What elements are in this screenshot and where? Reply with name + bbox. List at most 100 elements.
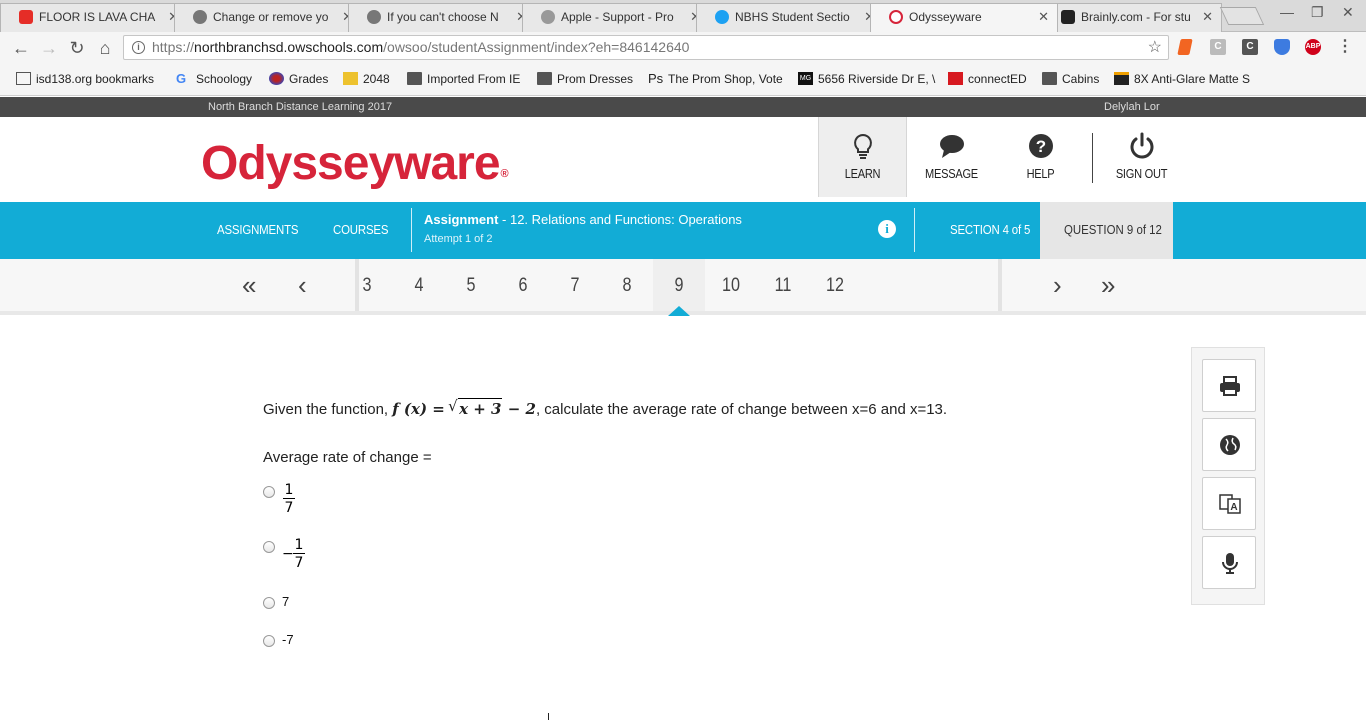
message-button[interactable]: MESSAGE (907, 117, 996, 197)
youtube-icon (19, 10, 33, 24)
globe-icon (1220, 435, 1240, 455)
shop-icon (1114, 72, 1129, 85)
page-number[interactable]: 11 (770, 275, 796, 297)
browser-tab[interactable]: Change or remove yo ✕ (174, 3, 362, 32)
browser-tab[interactable]: Apple - Support - Pro ✕ (522, 3, 710, 32)
page-number[interactable]: 12 (822, 275, 848, 297)
bookmark-label: Grades (289, 72, 329, 86)
sign-out-button[interactable]: SIGN OUT (1097, 117, 1186, 197)
page-number[interactable]: 7 (562, 275, 588, 297)
tab-title: Apple - Support - Pro (561, 10, 674, 24)
tab-title: If you can't choose N (387, 10, 499, 24)
question-suffix: , calculate the average rate of change b… (535, 401, 948, 418)
next-page-icon[interactable]: › (1053, 271, 1062, 299)
pager-divider (998, 259, 1002, 311)
nav-divider (914, 208, 915, 252)
page-number[interactable]: 4 (406, 275, 432, 297)
connected-icon (948, 72, 963, 85)
browser-tab[interactable]: FLOOR IS LAVA CHA ✕ (0, 3, 188, 32)
user-name: Delylah Lor (1104, 101, 1160, 113)
last-page-icon[interactable]: » (1101, 271, 1115, 299)
page-number[interactable]: 5 (458, 275, 484, 297)
address-bar[interactable]: i https://northbranchsd.owschools.com/ow… (123, 35, 1169, 60)
apple-icon (367, 10, 381, 24)
bookmark-item[interactable]: G Schoology (176, 72, 252, 87)
mg-icon: MG (798, 72, 813, 85)
bookmark-item[interactable]: Cabins (1042, 72, 1099, 86)
translate-icon: A (1219, 494, 1241, 514)
forward-arrow-icon[interactable]: → (37, 36, 61, 60)
bookmark-item[interactable]: 2048 (343, 72, 390, 86)
bookmark-item[interactable]: Prom Dresses (537, 72, 633, 86)
answer-radio[interactable] (263, 541, 275, 553)
assignment-name: - 12. Relations and Functions: Operation… (498, 212, 742, 227)
nav-divider (411, 208, 412, 252)
browser-tab[interactable]: Brainly.com - For stu ✕ (1042, 3, 1222, 32)
new-tab-button[interactable] (1219, 7, 1265, 25)
svg-text:A: A (1230, 502, 1237, 513)
question-text: Given the function, f (x) = x + 3 − 2, c… (263, 396, 948, 420)
close-icon[interactable]: ✕ (1038, 4, 1049, 30)
power-icon (1130, 132, 1153, 159)
shield-icon[interactable] (1274, 39, 1290, 55)
print-button[interactable] (1202, 359, 1256, 412)
extension-c-icon[interactable]: C (1210, 39, 1226, 55)
bookmark-item[interactable]: connectED (948, 72, 1027, 86)
menu-kebab-icon[interactable]: ⋮ (1337, 39, 1353, 55)
bookmark-item[interactable]: Imported From IE (407, 72, 520, 86)
extension-c-dark-icon[interactable]: C (1242, 39, 1258, 55)
minimize-icon[interactable]: — (1280, 4, 1294, 20)
restore-icon[interactable]: ❐ (1311, 4, 1324, 21)
bookmark-item[interactable]: 8X Anti-Glare Matte S (1114, 72, 1250, 86)
site-top-bar: North Branch Distance Learning 2017 Dely… (0, 97, 1366, 117)
translate-button[interactable]: A (1202, 477, 1256, 530)
close-icon[interactable]: ✕ (1202, 4, 1213, 30)
url-host: northbranchsd.owschools.com (194, 39, 384, 55)
answer-radio[interactable] (263, 597, 275, 609)
browser-tab[interactable]: If you can't choose N ✕ (348, 3, 536, 32)
home-icon[interactable]: ⌂ (93, 36, 117, 60)
section-indicator: SECTION 4 of 5 (950, 222, 1031, 237)
bookmark-label: 5656 Riverside Dr E, \ (818, 72, 936, 86)
star-icon[interactable]: ☆ (1148, 36, 1162, 59)
help-button[interactable]: ? HELP (996, 117, 1085, 197)
answer-value: -7 (282, 632, 294, 647)
page-number[interactable]: 3 (354, 275, 380, 297)
bookmark-item[interactable]: isd138.org bookmarks (16, 72, 154, 86)
window-close-icon[interactable]: ✕ (1342, 4, 1354, 21)
first-page-icon[interactable]: « (242, 271, 256, 299)
twitter-icon (715, 10, 729, 24)
bookmark-item[interactable]: Grades (269, 72, 328, 86)
odysseyware-logo[interactable]: Odysseyware® (201, 140, 509, 188)
back-arrow-icon[interactable]: ← (9, 36, 33, 60)
language-button[interactable] (1202, 418, 1256, 471)
negative-sign: − (282, 546, 294, 562)
previous-page-icon[interactable]: ‹ (298, 271, 307, 299)
browser-tab[interactable]: NBHS Student Sectio ✕ (696, 3, 884, 32)
learn-label: LEARN (844, 166, 881, 181)
adblock-icon[interactable]: ABP (1305, 39, 1321, 55)
assignments-link[interactable]: ASSIGNMENTS (217, 222, 299, 237)
question-indicator: QUESTION 9 of 12 (1040, 202, 1173, 259)
browser-tab-active[interactable]: Odysseyware ✕ (870, 3, 1058, 32)
text-to-speech-button[interactable] (1202, 536, 1256, 589)
bookmark-item[interactable]: Ps The Prom Shop, Vote (648, 72, 783, 87)
text-cursor (548, 713, 549, 720)
info-icon[interactable]: i (878, 220, 896, 238)
function-lhs: f (x) = (392, 400, 451, 418)
answer-radio[interactable] (263, 635, 275, 647)
page-number[interactable]: 10 (718, 275, 744, 297)
answer-prompt: Average rate of change = (263, 449, 432, 466)
info-icon[interactable]: i (132, 41, 145, 54)
page-number-current[interactable]: 9 (666, 275, 692, 297)
function-radicand: x + 3 (448, 396, 503, 419)
bookmark-item[interactable]: MG 5656 Riverside Dr E, \ (798, 72, 935, 86)
page-number[interactable]: 6 (510, 275, 536, 297)
learn-button[interactable]: LEARN (818, 117, 907, 197)
numerator: 1 (293, 537, 305, 554)
answer-radio[interactable] (263, 486, 275, 498)
bookmark-label: Cabins (1062, 72, 1100, 86)
reload-icon[interactable]: ↻ (65, 36, 89, 60)
page-number[interactable]: 8 (614, 275, 640, 297)
courses-link[interactable]: COURSES (333, 222, 389, 237)
